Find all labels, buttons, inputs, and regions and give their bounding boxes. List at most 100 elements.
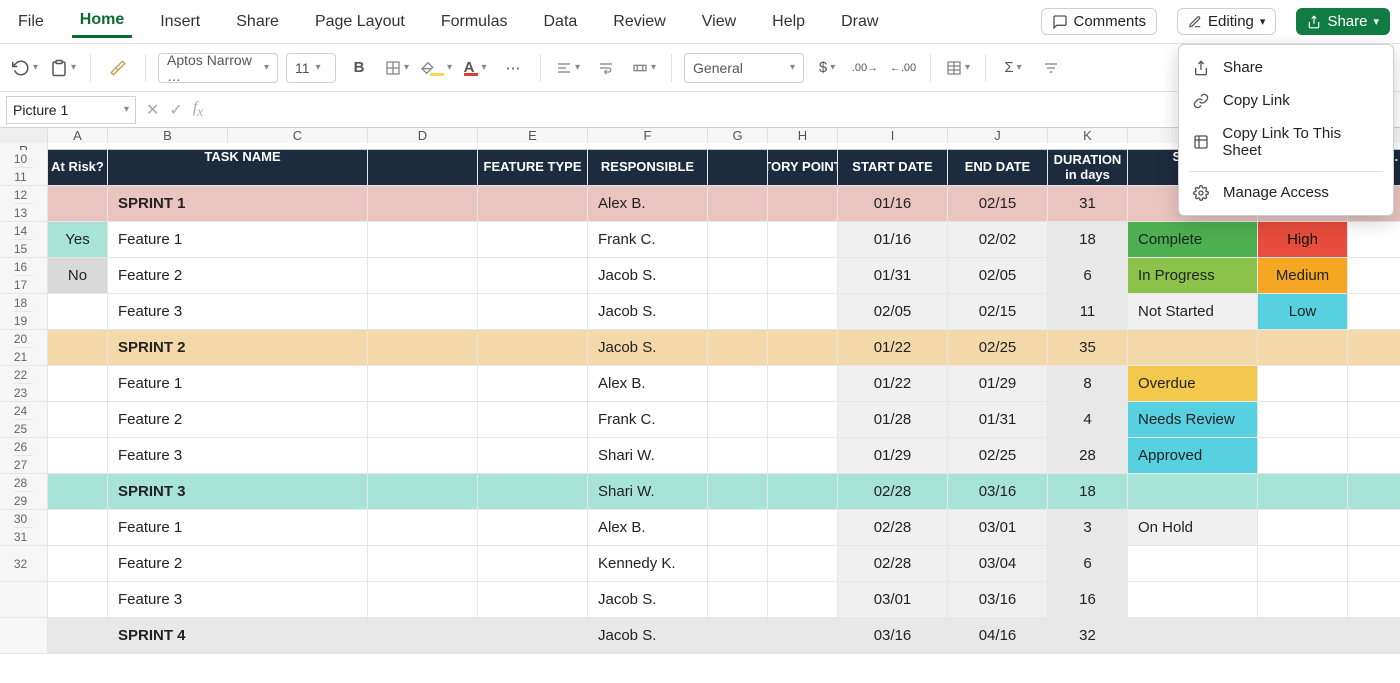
cell-blank-d[interactable] <box>368 258 478 294</box>
menu-file[interactable]: File <box>10 7 52 37</box>
cell-story[interactable] <box>768 582 838 618</box>
hdr-blank-d[interactable] <box>368 150 478 186</box>
cell-responsible[interactable]: Jacob S. <box>588 618 708 654</box>
cell-co[interactable] <box>1348 618 1400 654</box>
cell-priority[interactable] <box>1258 546 1348 582</box>
row-hdr[interactable] <box>0 618 48 654</box>
cell-feature-type[interactable] <box>478 330 588 366</box>
cell-feature-type[interactable] <box>478 294 588 330</box>
menu-data[interactable]: Data <box>536 7 586 37</box>
cell-status[interactable] <box>1128 618 1258 654</box>
fx-icon[interactable]: fx <box>193 99 203 120</box>
cell-priority[interactable] <box>1258 474 1348 510</box>
menu-help[interactable]: Help <box>764 7 813 37</box>
cell-end[interactable]: 02/25 <box>948 438 1048 474</box>
cell-story[interactable] <box>768 186 838 222</box>
cell-co[interactable] <box>1348 510 1400 546</box>
alignment-button[interactable]: ▾ <box>553 52 583 84</box>
row-hdr[interactable] <box>0 582 48 618</box>
cell-at-risk[interactable] <box>48 582 108 618</box>
cell-at-risk[interactable] <box>48 186 108 222</box>
col-E[interactable]: E <box>478 128 588 143</box>
cell-start[interactable]: 01/16 <box>838 222 948 258</box>
cell-blank-h[interactable] <box>708 510 768 546</box>
decrease-decimal-button[interactable]: ←.00 <box>888 52 918 84</box>
cell-duration[interactable]: 8 <box>1048 366 1128 402</box>
hdr-end[interactable]: END DATE <box>948 150 1048 186</box>
cell-end[interactable]: 01/29 <box>948 366 1048 402</box>
hdr-task-name[interactable]: TASK NAME <box>108 150 368 186</box>
cell-blank-d[interactable] <box>368 438 478 474</box>
cell-responsible[interactable]: Frank C. <box>588 222 708 258</box>
row-hdr[interactable]: 2627 <box>0 438 48 474</box>
cell-at-risk[interactable]: Yes <box>48 222 108 258</box>
cell-blank-d[interactable] <box>368 294 478 330</box>
cell-story[interactable] <box>768 366 838 402</box>
col-J[interactable]: J <box>948 128 1048 143</box>
hdr-blank-g2[interactable] <box>708 150 768 186</box>
hdr-responsible[interactable]: RESPONSIBLE <box>588 150 708 186</box>
cell-feature-type[interactable] <box>478 402 588 438</box>
cell-story[interactable] <box>768 510 838 546</box>
cell-priority[interactable]: High <box>1258 222 1348 258</box>
row-hdr-10-11[interactable]: 1011 <box>0 150 48 186</box>
bold-button[interactable]: B <box>344 52 374 84</box>
cell-responsible[interactable]: Jacob S. <box>588 582 708 618</box>
cell-at-risk[interactable] <box>48 366 108 402</box>
increase-decimal-button[interactable]: .00→ <box>850 52 880 84</box>
cell-duration[interactable]: 35 <box>1048 330 1128 366</box>
hdr-story[interactable]: STORY POINTS <box>768 150 838 186</box>
cell-status[interactable] <box>1128 546 1258 582</box>
cell-co[interactable] <box>1348 438 1400 474</box>
row-hdr[interactable]: 3031 <box>0 510 48 546</box>
cell-co[interactable] <box>1348 330 1400 366</box>
cell-priority[interactable] <box>1258 438 1348 474</box>
menu-home[interactable]: Home <box>72 5 132 38</box>
cell-end[interactable]: 04/16 <box>948 618 1048 654</box>
cell-task[interactable]: SPRINT 1 <box>108 186 368 222</box>
cell-story[interactable] <box>768 258 838 294</box>
name-box[interactable]: Picture 1 ▾ <box>6 96 136 124</box>
cell-blank-h[interactable] <box>708 330 768 366</box>
cell-end[interactable]: 02/15 <box>948 186 1048 222</box>
cell-responsible[interactable]: Jacob S. <box>588 294 708 330</box>
comments-button[interactable]: Comments <box>1041 8 1158 35</box>
sort-filter-button[interactable] <box>1036 52 1066 84</box>
cell-start[interactable]: 01/22 <box>838 330 948 366</box>
cell-story[interactable] <box>768 330 838 366</box>
col-A[interactable]: A <box>48 128 108 143</box>
col-H[interactable]: H <box>768 128 838 143</box>
row-hdr[interactable]: 1819 <box>0 294 48 330</box>
cell-co[interactable] <box>1348 546 1400 582</box>
cell-blank-d[interactable] <box>368 510 478 546</box>
font-color-button[interactable]: A ▾ <box>460 52 490 84</box>
menu-insert[interactable]: Insert <box>152 7 208 37</box>
font-size-combo[interactable]: 11 ▾ <box>286 53 336 83</box>
cell-start[interactable]: 02/28 <box>838 474 948 510</box>
cell-task[interactable]: Feature 2 <box>108 258 368 294</box>
accept-icon[interactable]: ✓ <box>169 100 182 120</box>
cell-start[interactable]: 03/01 <box>838 582 948 618</box>
cell-feature-type[interactable] <box>478 510 588 546</box>
cell-task[interactable]: Feature 2 <box>108 402 368 438</box>
cell-blank-h[interactable] <box>708 438 768 474</box>
cell-blank-h[interactable] <box>708 294 768 330</box>
cell-blank-d[interactable] <box>368 186 478 222</box>
cancel-icon[interactable]: ✕ <box>146 100 159 120</box>
cell-status[interactable] <box>1128 474 1258 510</box>
select-all[interactable] <box>0 128 48 143</box>
cell-duration[interactable]: 11 <box>1048 294 1128 330</box>
menu-page-layout[interactable]: Page Layout <box>307 7 413 37</box>
cell-story[interactable] <box>768 438 838 474</box>
cell-start[interactable]: 01/22 <box>838 366 948 402</box>
hdr-start[interactable]: START DATE <box>838 150 948 186</box>
cell-at-risk[interactable] <box>48 438 108 474</box>
row-hdr[interactable]: 2223 <box>0 366 48 402</box>
cell-duration[interactable]: 6 <box>1048 258 1128 294</box>
cell-blank-h[interactable] <box>708 582 768 618</box>
cell-start[interactable]: 03/16 <box>838 618 948 654</box>
hdr-duration[interactable]: DURATIONin days <box>1048 150 1128 186</box>
cell-blank-h[interactable] <box>708 474 768 510</box>
cell-responsible[interactable]: Shari W. <box>588 438 708 474</box>
cell-blank-d[interactable] <box>368 582 478 618</box>
